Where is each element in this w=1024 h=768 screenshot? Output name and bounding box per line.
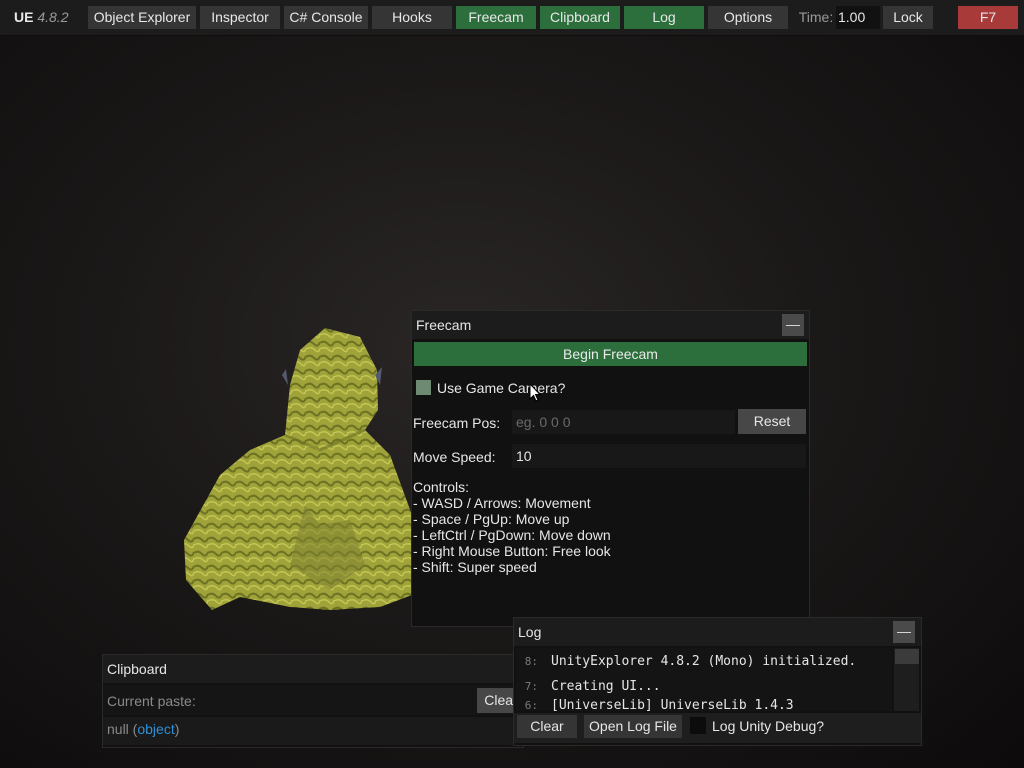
mouse-cursor-icon: [529, 383, 541, 402]
top-toolbar: UE 4.8.2 Object Explorer Inspector C# Co…: [0, 0, 1024, 36]
log-line-number: 6:: [524, 699, 538, 711]
log-output[interactable]: 8: UnityExplorer 4.8.2 (Mono) initialized…: [516, 648, 892, 711]
controls-line: Controls:: [413, 479, 470, 495]
clipboard-tab-button[interactable]: Clipboard: [540, 6, 620, 29]
clipboard-null: null: [107, 721, 129, 737]
open-log-file-button[interactable]: Open Log File: [584, 715, 682, 738]
controls-line: - LeftCtrl / PgDown: Move down: [413, 527, 611, 543]
log-scrollbar-thumb[interactable]: [895, 649, 919, 664]
freecam-minimize-button[interactable]: —: [782, 314, 804, 336]
log-panel-title: Log: [518, 624, 542, 640]
log-line-number: 7:: [524, 680, 538, 693]
move-speed-input[interactable]: 10: [512, 444, 806, 468]
time-scale-label: Time:: [798, 9, 834, 25]
controls-line: - WASD / Arrows: Movement: [413, 495, 591, 511]
app-title: UE 4.8.2: [14, 6, 78, 29]
csharp-console-button[interactable]: C# Console: [284, 6, 368, 29]
clipboard-panel-title: Clipboard: [107, 661, 167, 677]
current-paste-label: Current paste:: [107, 693, 196, 709]
clipboard-panel: Clipboard Current paste: Clear null (obj…: [102, 654, 525, 748]
time-scale-input[interactable]: 1.00: [836, 6, 880, 29]
log-scrollbar[interactable]: [894, 648, 919, 711]
log-unity-debug-label: Log Unity Debug?: [712, 718, 825, 734]
log-line-number: 8:: [524, 655, 538, 668]
begin-freecam-button[interactable]: Begin Freecam: [414, 342, 807, 366]
log-line: 6: [UniverseLib] UniverseLib 1.4.3: [516, 696, 794, 711]
freecam-pos-label: Freecam Pos:: [413, 415, 501, 431]
reset-pos-button[interactable]: Reset: [738, 409, 806, 434]
log-line-text: Creating UI...: [551, 679, 661, 694]
clipboard-type: object: [137, 721, 175, 737]
controls-line: - Space / PgUp: Move up: [413, 511, 570, 527]
log-minimize-button[interactable]: —: [893, 621, 915, 643]
clipboard-panel-header[interactable]: Clipboard: [103, 655, 523, 683]
options-button[interactable]: Options: [708, 6, 788, 29]
inspector-button[interactable]: Inspector: [200, 6, 280, 29]
clipboard-value[interactable]: null (object): [103, 717, 523, 745]
freecam-panel-title: Freecam: [416, 317, 472, 333]
object-explorer-button[interactable]: Object Explorer: [88, 6, 196, 29]
app-name: UE: [14, 9, 34, 25]
freecam-tab-button[interactable]: Freecam: [456, 6, 536, 29]
clipboard-value-text: null (object): [107, 721, 180, 737]
log-panel-header[interactable]: Log —: [514, 618, 921, 646]
use-game-camera-label: Use Game Camera?: [437, 380, 566, 396]
log-line-text: UnityExplorer 4.8.2 (Mono) initialized.: [551, 654, 857, 669]
log-clear-button[interactable]: Clear: [517, 715, 577, 738]
log-line-text: [UniverseLib] UniverseLib 1.4.3: [551, 698, 794, 711]
controls-help: Controls: - WASD / Arrows: Movement - Sp…: [413, 479, 611, 575]
move-speed-label: Move Speed:: [413, 449, 496, 465]
log-footer: Clear Open Log File Log Unity Debug?: [514, 713, 921, 743]
log-unity-debug-checkbox[interactable]: [690, 717, 706, 734]
freecam-panel-header[interactable]: Freecam —: [412, 311, 809, 339]
log-panel: Log — 8: UnityExplorer 4.8.2 (Mono) initi…: [513, 617, 922, 746]
game-character-model: [184, 328, 412, 610]
log-line: 7: Creating UI...: [516, 677, 661, 697]
use-game-camera-checkbox[interactable]: [416, 380, 431, 395]
log-line: 8: UnityExplorer 4.8.2 (Mono) initialized…: [516, 652, 857, 672]
hooks-button[interactable]: Hooks: [372, 6, 452, 29]
controls-line: - Shift: Super speed: [413, 559, 537, 575]
toggle-ui-hotkey-button[interactable]: F7: [958, 6, 1018, 29]
lock-button[interactable]: Lock: [883, 6, 933, 29]
freecam-panel: Freecam — Begin Freecam Use Game Camera?…: [411, 310, 810, 627]
log-tab-button[interactable]: Log: [624, 6, 704, 29]
controls-line: - Right Mouse Button: Free look: [413, 543, 611, 559]
app-version: 4.8.2: [37, 9, 69, 25]
freecam-pos-input[interactable]: eg. 0 0 0: [512, 410, 735, 434]
